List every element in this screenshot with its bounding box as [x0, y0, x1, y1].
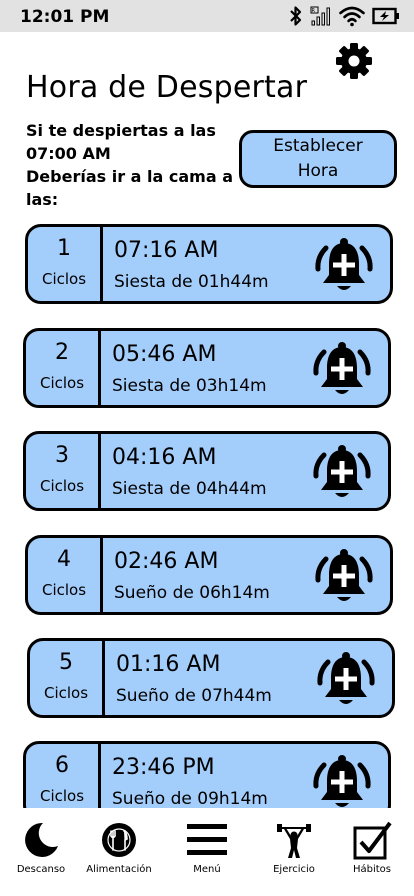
cycle-card[interactable]: 6 Ciclos 23:46 PM Sueño de 09h14m [23, 741, 391, 808]
bluetooth-icon [289, 5, 303, 27]
nav-item-alimentacion[interactable]: Alimentación [78, 808, 160, 888]
wake-time-intro: Si te despiertas a las 07:00 AM Deberías… [26, 119, 236, 211]
sleep-duration: Sueño de 09h14m [112, 789, 268, 808]
cycle-label: Ciclos [43, 684, 89, 702]
cycle-card[interactable]: 5 Ciclos 01:16 AM Sueño de 07h44m [27, 638, 395, 718]
wifi-icon [339, 5, 365, 27]
intro-line: Deberías ir a la cama a [26, 167, 233, 186]
card-divider [100, 227, 103, 301]
cycle-card[interactable]: 4 Ciclos 02:46 AM Sueño de 06h14m [25, 535, 393, 615]
sleep-duration: Siesta de 03h14m [112, 376, 267, 396]
cycle-label: Ciclos [41, 581, 87, 599]
signal-icon: R [310, 5, 332, 27]
bedtime: 01:16 AM [116, 652, 221, 677]
set-time-label: Hora [297, 161, 339, 181]
cycle-number: 2 [55, 340, 69, 365]
cycle-card[interactable]: 2 Ciclos 05:46 AM Siesta de 03h14m [23, 328, 391, 408]
card-divider [98, 434, 101, 508]
bell-add-icon[interactable] [310, 340, 374, 400]
set-time-label: Establecer [273, 136, 363, 156]
bedtime: 23:46 PM [112, 755, 215, 780]
bedtime: 02:46 AM [114, 549, 219, 574]
bedtime: 04:16 AM [112, 445, 217, 470]
battery-charging-icon [372, 5, 400, 27]
nav-label: Hábitos [352, 864, 392, 875]
nav-item-ejercicio[interactable]: Ejercicio [253, 808, 335, 888]
cycle-label: Ciclos [39, 374, 85, 392]
bell-add-icon[interactable] [314, 650, 378, 710]
sleep-duration: Siesta de 01h44m [114, 272, 269, 292]
nav-label: Alimentación [86, 864, 152, 875]
card-divider [102, 641, 105, 715]
card-divider [98, 331, 101, 405]
bell-add-icon[interactable] [312, 236, 376, 296]
nav-label: Descanso [16, 864, 66, 875]
nav-item-descanso[interactable]: Descanso [0, 808, 82, 888]
sleep-duration: Sueño de 06h14m [114, 583, 270, 603]
status-icons: R [289, 5, 400, 27]
status-time: 12:01 PM [20, 7, 110, 27]
cycle-label: Ciclos [41, 270, 87, 288]
bell-add-icon[interactable] [310, 443, 374, 503]
sleep-duration: Sueño de 07h44m [116, 686, 272, 706]
page-title: Hora de Despertar [26, 70, 308, 105]
cycle-card[interactable]: 3 Ciclos 04:16 AM Siesta de 04h44m [23, 431, 391, 511]
cycle-number: 3 [55, 443, 69, 468]
intro-line: las: [26, 190, 59, 209]
nav-label: Ejercicio [273, 864, 315, 875]
cycle-card[interactable]: 1 Ciclos 07:16 AM Siesta de 01h44m [25, 224, 393, 304]
bedtime: 05:46 AM [112, 342, 217, 367]
card-divider [100, 538, 103, 612]
wake-time-value: 07:00 AM [26, 144, 111, 163]
cycle-number: 1 [57, 236, 71, 261]
set-time-button[interactable]: Establecer Hora [239, 130, 397, 188]
nav-item-habitos[interactable]: Hábitos [331, 808, 413, 888]
sleep-duration: Siesta de 04h44m [112, 479, 267, 499]
nav-item-menu[interactable]: Menú [166, 808, 248, 888]
cycle-number: 5 [59, 650, 73, 675]
intro-line: Si te despiertas a las [26, 121, 216, 140]
bell-add-icon[interactable] [310, 753, 374, 808]
bedtime: 07:16 AM [114, 238, 219, 263]
cycle-list[interactable]: 1 Ciclos 07:16 AM Siesta de 01h44m 2 Cic… [0, 224, 414, 808]
bell-add-icon[interactable] [312, 547, 376, 607]
cycle-label: Ciclos [39, 787, 85, 805]
settings-gear-icon[interactable] [335, 42, 373, 80]
cycle-number: 6 [55, 753, 69, 778]
card-divider [98, 744, 101, 808]
bottom-nav: Descanso Alimentación Menú Ejercicio Háb… [0, 808, 414, 896]
nav-label: Menú [193, 864, 221, 875]
cycle-number: 4 [57, 547, 71, 572]
status-bar: 12:01 PM R [0, 0, 414, 32]
svg-text:R: R [312, 8, 316, 14]
cycle-label: Ciclos [39, 477, 85, 495]
